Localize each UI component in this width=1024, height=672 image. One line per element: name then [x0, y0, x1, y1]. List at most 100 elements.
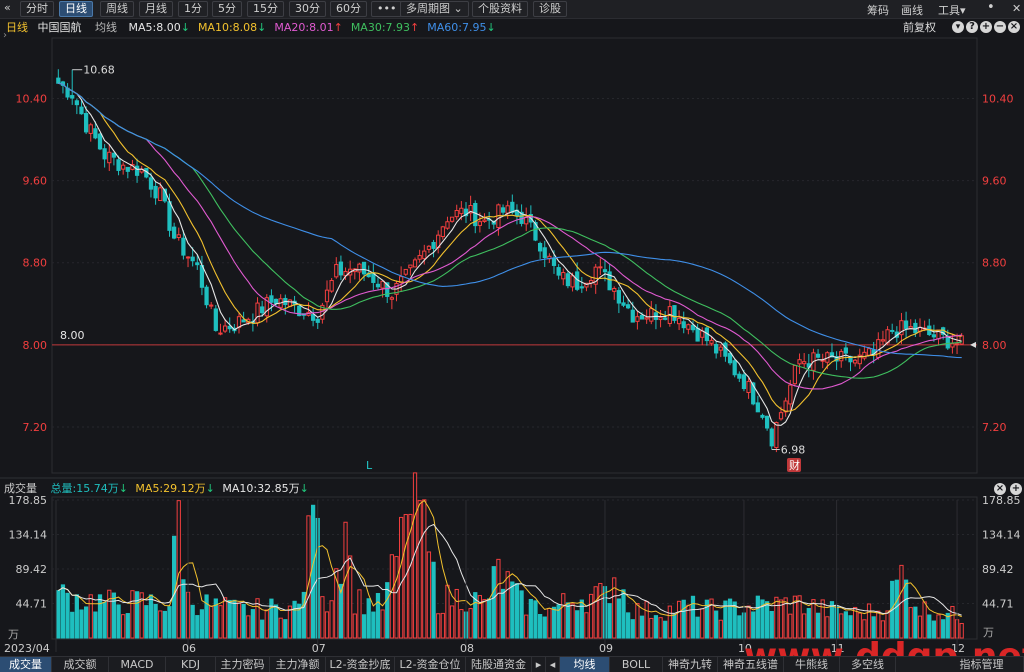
volume-bar: [125, 613, 130, 639]
volume-bar: [399, 516, 404, 639]
volume-bar: [579, 599, 584, 639]
volume-bar: [310, 504, 316, 639]
candle-body: [635, 316, 640, 322]
tab-macd[interactable]: MACD: [109, 657, 166, 672]
candle-body: [477, 221, 483, 226]
candle-body: [658, 317, 663, 321]
candle-body: [709, 339, 714, 344]
tab-ma[interactable]: 均线: [560, 657, 610, 672]
candle-body: [723, 342, 728, 357]
volume-bar: [774, 596, 779, 639]
price-tick-label-left: 8.00: [23, 339, 48, 352]
volume-bar: [746, 605, 751, 639]
candle-body: [269, 295, 274, 303]
tab-hk-connect[interactable]: 陆股通资金: [466, 657, 532, 672]
tab-l2-position[interactable]: L2-资金仓位: [395, 657, 466, 672]
tab-long-short[interactable]: 多空线: [840, 657, 896, 672]
candle-body: [403, 268, 408, 275]
volume-bar: [894, 579, 899, 639]
volume-bar: [445, 584, 450, 639]
volume-bar: [426, 551, 432, 639]
tab-boll[interactable]: BOLL: [610, 657, 663, 672]
volume-bar: [496, 558, 501, 639]
volume-bar: [199, 609, 205, 639]
candle-body: [945, 335, 950, 349]
volume-bar: [714, 610, 719, 639]
volume-bar: [352, 613, 357, 639]
tab-main-code[interactable]: 主力密码: [216, 657, 270, 672]
volume-bar: [278, 617, 283, 639]
candle-body: [820, 359, 825, 362]
kline-chart[interactable]: 10.40 10.40 9.60 9.60 8.80 8.80 8.00 8.00 7.20 7.…: [0, 0, 1024, 656]
volume-bar: [565, 602, 571, 639]
candle-body: [70, 95, 75, 99]
tab-magic-nine[interactable]: 神奇九转: [663, 657, 718, 672]
volume-bar: [639, 615, 645, 639]
tab-indicator-manage[interactable]: 指标管理: [940, 657, 1024, 672]
volume-bar: [616, 598, 621, 639]
candle-body: [176, 234, 181, 239]
volume-bar: [505, 571, 510, 639]
price-tick-label-right: 10.40: [982, 92, 1014, 105]
candle-body: [778, 412, 784, 420]
date-label: 09: [599, 642, 613, 655]
volume-tick-label-left: 178.85: [9, 494, 48, 507]
candle-body: [663, 317, 668, 320]
candle-body: [727, 352, 733, 364]
candle-body: [561, 272, 566, 280]
volume-bar: [612, 577, 617, 639]
candle-body: [644, 317, 649, 320]
tab-kdj[interactable]: KDJ: [166, 657, 216, 672]
volume-bar: [468, 608, 473, 639]
volume-bar: [667, 605, 672, 639]
volume-bar: [236, 602, 242, 639]
volume-tick-label-left: 89.42: [16, 563, 48, 576]
price-tick-label-right: 8.00: [982, 339, 1007, 352]
candle-body: [537, 243, 543, 252]
candle-body: [111, 152, 117, 158]
tab-right-icon[interactable]: ◂: [546, 657, 560, 672]
volume-bar: [264, 609, 269, 639]
candle-body: [954, 343, 960, 346]
tab-volume[interactable]: 成交量: [0, 657, 52, 672]
candle-body: [426, 245, 432, 250]
volume-bar: [797, 595, 802, 639]
volume-bar: [232, 599, 237, 639]
volume-bar: [820, 599, 825, 639]
volume-bar: [93, 611, 98, 639]
candle-body: [769, 428, 774, 447]
volume-bar: [440, 612, 445, 639]
tab-magic-five[interactable]: 神奇五线谱: [718, 657, 784, 672]
volume-bar: [528, 598, 533, 639]
tab-main-net[interactable]: 主力净额: [270, 657, 326, 672]
tab-bull-bear[interactable]: 牛熊线: [784, 657, 840, 672]
volume-bar: [718, 619, 723, 639]
candle-body: [380, 280, 385, 289]
candle-body: [556, 267, 561, 276]
volume-bar: [144, 605, 149, 639]
volume-bar: [588, 593, 594, 639]
candle-body: [792, 365, 798, 385]
volume-bar: [422, 499, 427, 639]
volume-bar: [176, 500, 181, 639]
candle-body: [959, 335, 964, 345]
tab-left-icon[interactable]: ▸: [532, 657, 546, 672]
candle-body: [125, 166, 130, 172]
price-tick-label-right: 7.20: [982, 421, 1007, 434]
volume-bar: [459, 609, 464, 639]
price-tick-label-left: 10.40: [16, 92, 48, 105]
tab-l2-bottom[interactable]: L2-资金抄底: [326, 657, 395, 672]
volume-bar: [60, 584, 66, 639]
candle-body: [431, 242, 436, 249]
price-tick-label-right: 9.60: [982, 175, 1007, 188]
volume-bar: [658, 617, 663, 639]
candle-body: [639, 314, 645, 320]
candle-body: [737, 373, 742, 379]
candle-body: [181, 237, 186, 256]
volume-bar: [329, 600, 334, 639]
tab-turnover[interactable]: 成交额: [52, 657, 109, 672]
candle-body: [681, 321, 686, 329]
volume-bar: [764, 601, 770, 639]
volume-bar: [107, 589, 112, 639]
volume-bar: [491, 566, 496, 639]
